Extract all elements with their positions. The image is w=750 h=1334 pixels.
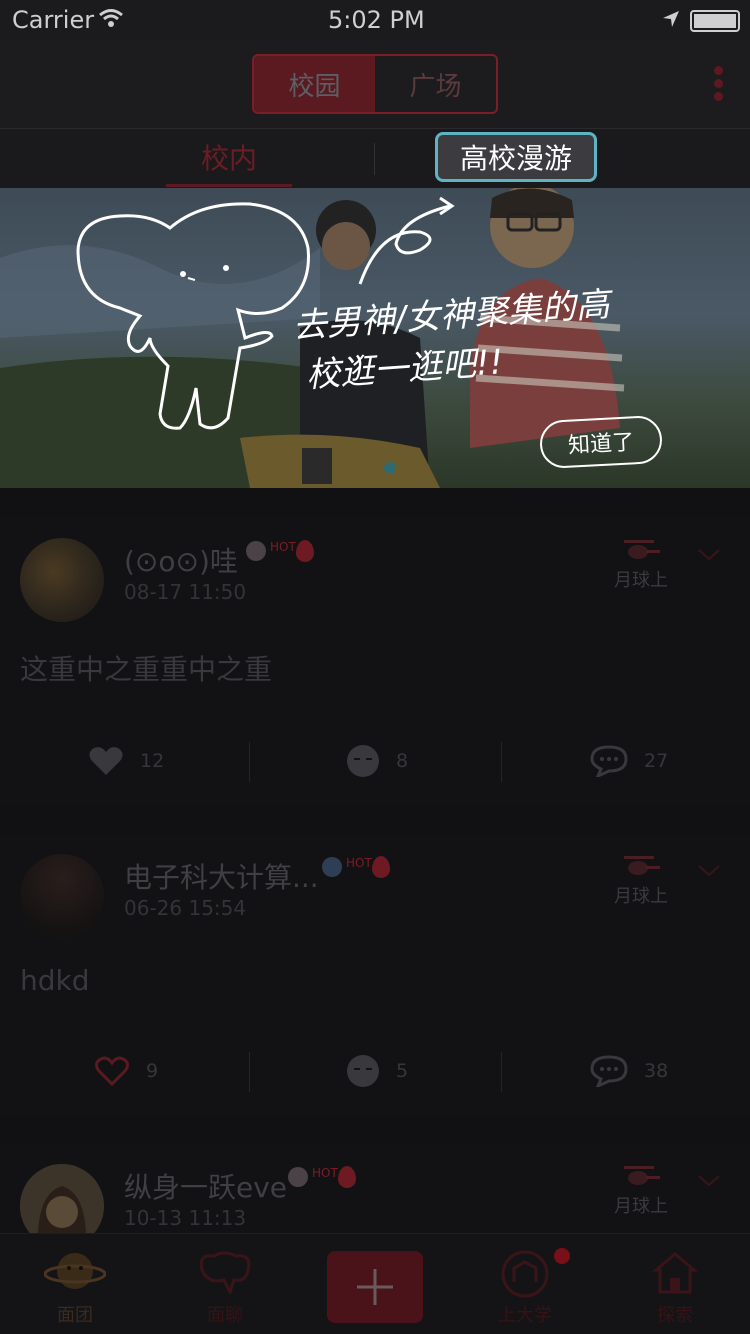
comment-button[interactable]: 27 <box>590 718 668 804</box>
hot-badge-label: HOT <box>312 1166 338 1180</box>
comment-bubble-icon <box>590 745 628 777</box>
post-actions: 12 8 27 <box>0 718 750 804</box>
post-actions: 9 5 38 <box>0 1028 750 1114</box>
clock: 5:02 PM <box>328 6 425 34</box>
gender-male-icon <box>322 857 342 877</box>
got-it-button[interactable]: 知道了 <box>538 414 664 470</box>
post-author-name[interactable]: 纵身一跃eve <box>124 1166 287 1206</box>
meh-count: 5 <box>396 1060 409 1082</box>
tab-label: 面聊 <box>207 1305 243 1326</box>
carrier-label: Carrier <box>12 6 95 34</box>
battery-icon <box>690 10 740 32</box>
fire-icon <box>295 540 314 562</box>
post-card[interactable]: (⊙o⊙)哇 HOT 08-17 11:50 月球上 这重中之重重中之重 12 … <box>0 518 750 804</box>
action-divider <box>501 1052 502 1092</box>
tab-inner-campus[interactable]: 校内 <box>166 129 292 187</box>
tab-university[interactable]: 上大学 <box>450 1234 600 1334</box>
level-badge-icon <box>246 541 266 561</box>
add-post-button[interactable] <box>327 1251 423 1323</box>
planet-icon <box>44 1253 106 1289</box>
avatar-illustration <box>20 1164 104 1233</box>
post-author-name[interactable]: (⊙o⊙)哇 <box>124 540 238 580</box>
sub-tab-bar: 校内 高校漫游 <box>0 128 750 188</box>
meh-face-icon <box>347 1055 379 1087</box>
meh-button[interactable]: 8 <box>346 718 408 804</box>
bottom-tab-bar: 面团 面聊 上大学 探索 <box>0 1233 750 1334</box>
post-time: 08-17 11:50 <box>124 580 247 604</box>
meh-face-icon <box>347 745 379 777</box>
tab-label: 探索 <box>657 1305 693 1326</box>
action-divider <box>249 1052 250 1092</box>
chevron-down-icon[interactable] <box>697 548 721 562</box>
segment-campus[interactable]: 校园 <box>254 56 375 112</box>
feed-gap <box>0 804 750 834</box>
wifi-icon <box>99 9 123 27</box>
post-card[interactable]: 电子科大计算... HOT 06-26 15:54 月球上 hdkd 9 5 3… <box>0 834 750 1114</box>
tab-campus-roam[interactable]: 高校漫游 <box>435 132 597 182</box>
status-bar: Carrier 5:02 PM <box>0 0 750 40</box>
meh-button[interactable]: 5 <box>346 1028 408 1114</box>
more-menu-icon[interactable] <box>714 66 724 102</box>
meh-count: 8 <box>396 750 409 772</box>
fire-icon <box>337 1166 356 1188</box>
post-time: 06-26 15:54 <box>124 896 247 920</box>
tab-divider <box>374 143 375 175</box>
hot-badge-label: HOT <box>270 540 296 554</box>
fire-icon <box>371 856 390 878</box>
like-button[interactable]: 12 <box>88 718 164 804</box>
post-time: 10-13 11:13 <box>124 1206 247 1230</box>
like-count: 9 <box>146 1060 159 1082</box>
helicopter-icon <box>624 856 660 875</box>
tab-miantuan[interactable]: 面团 <box>0 1234 150 1334</box>
heart-outline-icon <box>94 1056 130 1087</box>
chevron-down-icon[interactable] <box>697 864 721 878</box>
chevron-down-icon[interactable] <box>697 1174 721 1188</box>
helicopter-icon <box>624 1166 660 1185</box>
like-button[interactable]: 9 <box>94 1028 158 1114</box>
segment-square[interactable]: 广场 <box>375 56 496 112</box>
user-badges: HOT <box>246 540 314 570</box>
notification-dot <box>554 1248 570 1264</box>
post-feed: (⊙o⊙)哇 HOT 08-17 11:50 月球上 这重中之重重中之重 12 … <box>0 488 750 1233</box>
location-arrow-icon <box>663 11 679 27</box>
plus-icon <box>357 1269 393 1305</box>
comment-bubble-icon <box>590 1055 628 1087</box>
house-icon <box>652 1252 698 1294</box>
feed-gap <box>0 488 750 518</box>
level-badge-icon <box>288 1167 308 1187</box>
comment-button[interactable]: 38 <box>590 1028 668 1114</box>
post-location: 月球上 <box>614 570 668 591</box>
like-count: 12 <box>140 750 165 772</box>
helicopter-icon <box>624 540 660 559</box>
nav-bar: 校园 广场 <box>0 40 750 128</box>
user-badges: HOT <box>322 856 390 886</box>
user-badges: HOT <box>288 1166 356 1196</box>
feed-gap <box>0 1114 750 1144</box>
guide-banner: 去男神/女神聚集的高 校逛一逛吧!! 知道了 <box>0 188 750 488</box>
post-location: 月球上 <box>614 886 668 907</box>
heart-icon <box>89 747 123 775</box>
avatar[interactable] <box>20 1164 104 1233</box>
elephant-chat-icon <box>199 1251 251 1294</box>
post-card[interactable]: 纵身一跃eve HOT 10-13 11:13 月球上 <box>0 1144 750 1233</box>
tab-label: 上大学 <box>498 1305 552 1326</box>
post-content: hdkd <box>20 964 90 997</box>
action-divider <box>249 742 250 782</box>
campus-square-segmented-control[interactable]: 校园 广场 <box>252 54 498 114</box>
tab-explore[interactable]: 探索 <box>600 1234 750 1334</box>
comment-count: 27 <box>644 750 669 772</box>
tab-mianliao[interactable]: 面聊 <box>150 1234 300 1334</box>
avatar[interactable] <box>20 538 104 622</box>
tab-label: 面团 <box>57 1305 93 1326</box>
comment-count: 38 <box>644 1060 669 1082</box>
action-divider <box>501 742 502 782</box>
university-icon <box>501 1250 549 1298</box>
avatar[interactable] <box>20 854 104 938</box>
post-author-name[interactable]: 电子科大计算... <box>124 856 319 896</box>
hot-badge-label: HOT <box>346 856 372 870</box>
post-content: 这重中之重重中之重 <box>20 653 273 686</box>
post-location: 月球上 <box>614 1196 668 1217</box>
